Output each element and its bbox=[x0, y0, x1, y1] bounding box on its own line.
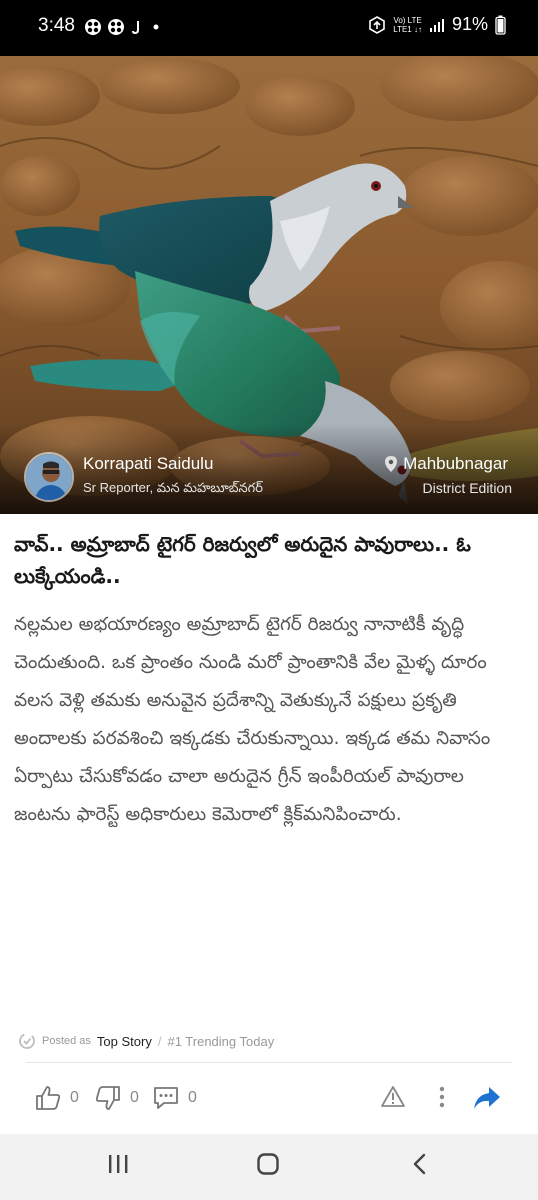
author-name[interactable]: Korrapati Saidulu bbox=[83, 454, 213, 474]
like-button[interactable]: 0 bbox=[34, 1084, 79, 1112]
dislike-button[interactable]: 0 bbox=[94, 1084, 139, 1112]
system-nav-bar bbox=[0, 1134, 538, 1200]
posted-badge-icon bbox=[19, 1033, 35, 1049]
more-options-button[interactable] bbox=[436, 1084, 448, 1110]
recents-button[interactable] bbox=[106, 1152, 130, 1180]
network-indicator: Vo) LTE LTE1 ↓↑ bbox=[393, 16, 422, 34]
like-count: 0 bbox=[70, 1089, 79, 1106]
location-tag[interactable]: Mahbubnagar bbox=[385, 454, 508, 474]
home-button[interactable] bbox=[256, 1152, 280, 1180]
thumbs-down-icon bbox=[95, 1086, 120, 1110]
dislike-count: 0 bbox=[130, 1089, 139, 1106]
back-icon bbox=[413, 1153, 426, 1175]
network-line-1: Vo) LTE bbox=[393, 15, 422, 25]
action-bar: 0 0 0 bbox=[0, 1080, 538, 1120]
author-role: Sr Reporter, మన మహబూబ్‌నగర్ bbox=[83, 480, 263, 495]
home-icon bbox=[257, 1153, 279, 1175]
share-icon bbox=[474, 1087, 500, 1109]
edition-label: District Edition bbox=[422, 480, 512, 496]
battery-icon bbox=[495, 15, 506, 35]
comment-button[interactable]: 0 bbox=[152, 1084, 197, 1112]
signal-icon bbox=[429, 18, 444, 32]
status-notifications bbox=[84, 18, 163, 36]
location-name: Mahbubnagar bbox=[403, 454, 508, 473]
share-button[interactable] bbox=[472, 1084, 502, 1112]
notification-icon bbox=[132, 21, 139, 35]
divider bbox=[26, 1062, 512, 1063]
posted-as-row: Posted as Top Story / #1 Trending Today bbox=[18, 1032, 274, 1050]
data-saver-icon bbox=[369, 15, 386, 34]
article-body: నల్లమల అభయారణ్యం అమ్రాబాద్ టైగర్ రిజర్వు… bbox=[14, 614, 491, 825]
top-story-tag[interactable]: Top Story bbox=[97, 1034, 152, 1049]
report-button[interactable] bbox=[380, 1084, 406, 1110]
comment-count: 0 bbox=[188, 1089, 197, 1106]
trending-tag[interactable]: #1 Trending Today bbox=[167, 1034, 274, 1049]
back-button[interactable] bbox=[408, 1152, 432, 1180]
status-bar: 3:48 Vo) LTE LTE1 ↓↑ 91% bbox=[0, 0, 538, 56]
article-headline: వావ్.. అమ్రాబాద్ టైగర్ రిజర్వులో అరుదైన … bbox=[14, 532, 471, 588]
location-pin-icon bbox=[385, 456, 398, 472]
status-right: Vo) LTE LTE1 ↓↑ 91% bbox=[368, 14, 506, 35]
notification-icon bbox=[85, 19, 101, 35]
network-line-2: LTE1 ↓↑ bbox=[393, 24, 422, 34]
article-hero-image[interactable]: Korrapati Saidulu Sr Reporter, మన మహబూబ్… bbox=[0, 56, 538, 514]
author-avatar[interactable] bbox=[24, 452, 74, 502]
battery-percent: 91% bbox=[451, 14, 488, 34]
comment-icon bbox=[154, 1087, 178, 1109]
thumbs-up-icon bbox=[36, 1086, 61, 1110]
notification-icon bbox=[108, 19, 124, 35]
recents-icon bbox=[109, 1155, 128, 1173]
posted-separator: / bbox=[157, 1033, 162, 1049]
status-time: 3:48 bbox=[38, 15, 75, 36]
dot-icon bbox=[153, 24, 159, 30]
warning-icon bbox=[381, 1086, 405, 1107]
posted-as-label: Posted as bbox=[42, 1035, 91, 1047]
more-vertical-icon bbox=[439, 1086, 445, 1108]
